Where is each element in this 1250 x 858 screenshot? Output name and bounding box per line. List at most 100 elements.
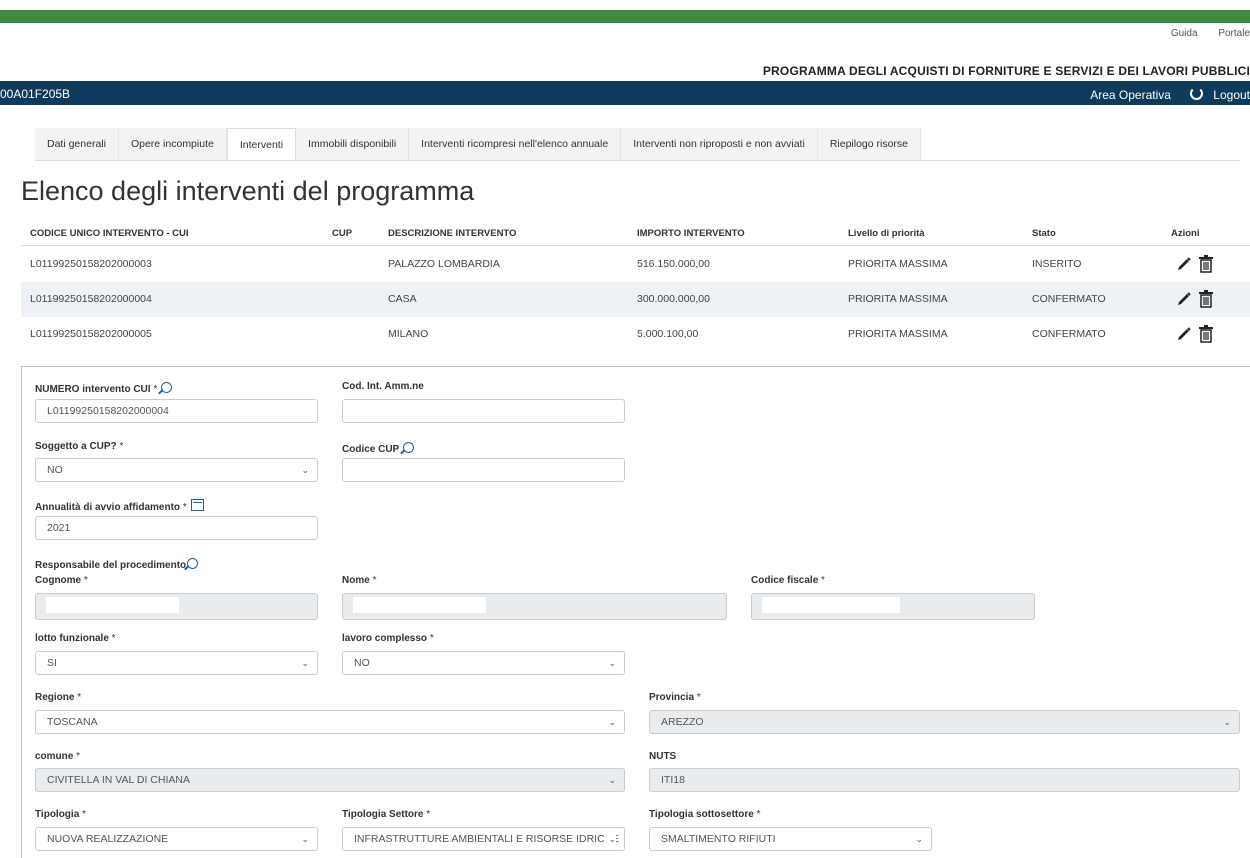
tab-interventi-elenco-annuale[interactable]: Interventi ricompresi nell'elenco annual… — [409, 128, 622, 160]
tipologia-select[interactable]: NUOVA REALIZZAZIONE ⌄ — [35, 827, 318, 851]
trash-icon[interactable] — [1198, 290, 1214, 308]
regione-label: Regione * — [35, 692, 82, 703]
logout-button[interactable]: Logout — [1182, 87, 1250, 102]
cell-stato: CONFERMATO — [1032, 328, 1106, 340]
cod-int-label: Cod. Int. Amm.ne — [342, 381, 424, 392]
chevron-down-icon: ⌄ — [301, 658, 309, 668]
table-row: L01199250158202000004 CASA 300.000.000,0… — [21, 282, 1250, 317]
cod-int-field[interactable] — [342, 399, 625, 423]
responsabile-label: Responsabile del procedimento — [35, 557, 199, 571]
chevron-down-icon: ⌄ — [608, 658, 616, 668]
utility-links: Guida Portale — [1153, 28, 1250, 39]
navbar: 00A01F205B Area Operativa Logout — [0, 81, 1250, 105]
cell-cui: L01199250158202000005 — [30, 328, 152, 340]
search-icon[interactable] — [403, 442, 415, 453]
program-title: PROGRAMMA DEGLI ACQUISTI DI FORNITURE E … — [762, 64, 1250, 78]
comune-select[interactable]: CIVITELLA IN VAL DI CHIANA ⌄ — [35, 768, 625, 792]
guida-link[interactable]: Guida — [1171, 28, 1198, 39]
tipologia-label: Tipologia * — [35, 809, 86, 820]
codice-cup-label: Codice CUP — [342, 441, 415, 455]
cell-priorita: PRIORITA MASSIMA — [848, 328, 948, 340]
cell-cui: L01199250158202000004 — [30, 293, 152, 305]
col-header-descrizione: DESCRIZIONE INTERVENTO — [388, 228, 517, 239]
lavoro-label: lavoro complesso * — [342, 633, 434, 644]
cognome-label: Cognome * — [35, 575, 88, 586]
tipologia-settore-label: Tipologia Settore * — [342, 809, 431, 820]
chevron-down-icon: ⌄ — [608, 775, 616, 785]
tab-interventi-non-riproposti[interactable]: Interventi non riproposti e non avviati — [621, 128, 818, 160]
search-icon[interactable] — [187, 558, 199, 569]
page-title: Elenco degli interventi del programma — [21, 176, 475, 206]
power-icon — [1190, 87, 1204, 100]
table-row: L01199250158202000003 PALAZZO LOMBARDIA … — [21, 247, 1250, 282]
search-icon[interactable] — [161, 382, 173, 393]
cell-stato: CONFERMATO — [1032, 293, 1106, 305]
tab-divider — [35, 160, 1240, 161]
tab-riepilogo-risorse[interactable]: Riepilogo risorse — [817, 128, 922, 160]
table-row: L01199250158202000005 MILANO 5.000.100,0… — [21, 317, 1250, 352]
chevron-down-icon: ⌄ — [301, 834, 309, 844]
col-header-priorita: Livello di priorità — [848, 228, 925, 239]
lotto-select[interactable]: SI ⌄ — [35, 651, 318, 675]
trash-icon[interactable] — [1198, 255, 1214, 273]
tab-opere-incompiute[interactable]: Opere incompiute — [118, 128, 227, 160]
navbar-right: Area Operativa Logout — [1082, 86, 1250, 102]
tipologia-sottosettore-select[interactable]: SMALTIMENTO RIFIUTI ⌄ — [649, 827, 932, 851]
annualita-field[interactable]: 2021 — [35, 516, 318, 540]
tipologia-sottosettore-label: Tipologia sottosettore * — [649, 809, 761, 820]
user-code: 00A01F205B — [0, 87, 71, 101]
cell-descrizione: CASA — [388, 293, 417, 305]
cognome-field[interactable] — [35, 593, 318, 620]
numero-cui-label: NUMERO intervento CUI * — [35, 381, 173, 395]
soggetto-cup-select[interactable]: NO ⌄ — [35, 458, 318, 482]
col-header-cup: CUP — [332, 228, 353, 239]
top-green-bar — [0, 10, 1250, 23]
chevron-down-icon: ⌄ — [608, 717, 616, 727]
cell-descrizione: PALAZZO LOMBARDIA — [388, 258, 500, 270]
col-header-cui: CODICE UNICO INTERVENTO - CUI — [30, 228, 189, 239]
trash-icon[interactable] — [1198, 325, 1214, 343]
provincia-select[interactable]: AREZZO ⌄ — [649, 710, 1240, 734]
tab-interventi[interactable]: Interventi — [226, 128, 297, 162]
cell-descrizione: MILANO — [388, 328, 429, 340]
portale-link[interactable]: Portale — [1218, 28, 1250, 39]
comune-label: comune * — [35, 751, 81, 762]
chevron-down-icon: ⌄ — [604, 828, 616, 850]
nome-field[interactable] — [342, 593, 727, 620]
redacted-block — [762, 597, 900, 613]
calendar-icon[interactable] — [190, 499, 204, 511]
annualita-label: Annualità di avvio affidamento * — [35, 498, 204, 513]
tab-bar: Dati generali Opere incompiute Intervent… — [35, 128, 922, 162]
pencil-icon[interactable] — [1176, 256, 1192, 272]
cell-stato: INSERITO — [1032, 258, 1082, 270]
cell-importo: 5.000.100,00 — [637, 328, 699, 340]
col-header-azioni: Azioni — [1171, 228, 1200, 239]
col-header-importo: IMPORTO INTERVENTO — [637, 228, 745, 239]
numero-cui-field[interactable]: L01199250158202000004 — [35, 399, 318, 423]
tab-dati-generali[interactable]: Dati generali — [35, 128, 119, 160]
nome-label: Nome * — [342, 575, 377, 586]
codice-cup-field[interactable] — [342, 458, 625, 482]
regione-select[interactable]: TOSCANA ⌄ — [35, 710, 625, 734]
pencil-icon[interactable] — [1176, 326, 1192, 342]
redacted-block — [46, 597, 179, 613]
table-header-divider — [21, 245, 1250, 246]
codice-fiscale-field[interactable] — [751, 593, 1035, 620]
cell-importo: 516.150.000,00 — [637, 258, 710, 270]
tab-immobili-disponibili[interactable]: Immobili disponibili — [296, 128, 410, 160]
provincia-label: Provincia * — [649, 692, 701, 703]
nuts-field[interactable]: ITI18 — [649, 768, 1240, 792]
pencil-icon[interactable] — [1176, 291, 1192, 307]
lavoro-select[interactable]: NO ⌄ — [342, 651, 625, 675]
cell-priorita: PRIORITA MASSIMA — [848, 258, 948, 270]
codice-fiscale-label: Codice fiscale * — [751, 575, 825, 586]
chevron-down-icon: ⌄ — [1223, 717, 1231, 727]
cell-priorita: PRIORITA MASSIMA — [848, 293, 948, 305]
tipologia-settore-select[interactable]: INFRASTRUTTURE AMBIENTALI E RISORSE IDRI… — [342, 827, 625, 851]
col-header-stato: Stato — [1032, 228, 1056, 239]
area-operativa-link[interactable]: Area Operativa — [1090, 88, 1171, 102]
logout-label: Logout — [1213, 88, 1250, 102]
nuts-label: NUTS — [649, 751, 677, 762]
chevron-down-icon: ⌄ — [301, 465, 309, 475]
lotto-label: lotto funzionale * — [35, 633, 116, 644]
